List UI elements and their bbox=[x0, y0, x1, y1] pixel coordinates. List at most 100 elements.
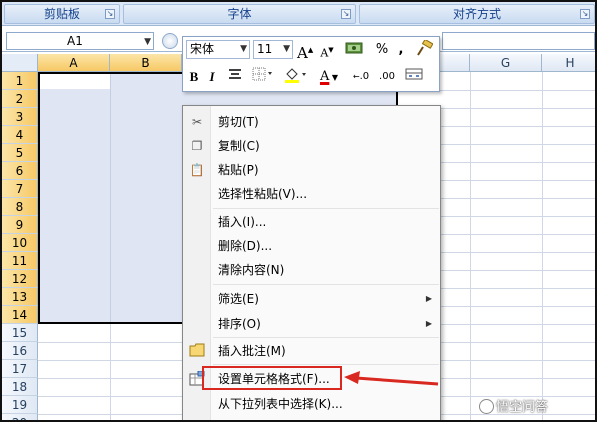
dialog-launcher-icon[interactable]: ↘ bbox=[105, 9, 115, 19]
gridline bbox=[542, 72, 543, 420]
row-header-15[interactable]: 15 bbox=[2, 324, 38, 342]
menu-item-paste[interactable]: 📋 粘贴(P) bbox=[183, 158, 440, 182]
copy-icon: ❐ bbox=[191, 139, 203, 153]
percent-button[interactable]: % bbox=[375, 40, 389, 60]
increase-decimal-button[interactable]: ←.0 bbox=[351, 67, 371, 87]
shrink-font-button[interactable]: A▼ bbox=[319, 40, 335, 60]
row-header-8[interactable]: 8 bbox=[2, 198, 38, 216]
fill-color-icon bbox=[285, 68, 306, 83]
menu-item-label: 插入(I)... bbox=[218, 215, 267, 229]
row-header-2[interactable]: 2 bbox=[2, 90, 38, 108]
align-center-button[interactable] bbox=[227, 67, 243, 87]
ribbon-group-label: 字体 bbox=[227, 7, 252, 21]
font-name-value: 宋体 bbox=[190, 42, 215, 56]
menu-item-label: 插入批注(M) bbox=[218, 344, 286, 358]
chevron-down-icon: ▼ bbox=[240, 44, 247, 54]
menu-item-filter[interactable]: 筛选(E) ▶ bbox=[183, 287, 440, 311]
watermark-logo-icon bbox=[479, 399, 494, 414]
ribbon-group-label: 剪贴板 bbox=[43, 7, 80, 21]
comma-button[interactable]: , bbox=[395, 40, 407, 60]
menu-item-clear-contents[interactable]: 清除内容(N) bbox=[183, 258, 440, 282]
column-header-a[interactable]: A bbox=[38, 54, 110, 72]
gridline bbox=[110, 74, 111, 322]
gridline bbox=[110, 324, 111, 420]
menu-item-cut[interactable]: ✂ 剪切(T) bbox=[183, 110, 440, 134]
currency-icon bbox=[345, 42, 363, 54]
merge-icon bbox=[405, 68, 423, 80]
row-header-13[interactable]: 13 bbox=[2, 288, 38, 306]
row-header-12[interactable]: 12 bbox=[2, 270, 38, 288]
increase-decimal-label: .0 bbox=[359, 71, 370, 82]
menu-item-label: 选择性粘贴(V)... bbox=[218, 187, 308, 201]
font-size-select[interactable]: 11 ▼ bbox=[253, 40, 293, 59]
row-header-1[interactable]: 1 bbox=[2, 72, 38, 90]
menu-item-sort[interactable]: 排序(O) ▶ bbox=[183, 312, 440, 336]
currency-button[interactable] bbox=[341, 40, 369, 60]
formula-input[interactable] bbox=[442, 32, 595, 50]
row-header-3[interactable]: 3 bbox=[2, 108, 38, 126]
paste-icon: 📋 bbox=[189, 163, 205, 177]
active-cell[interactable] bbox=[40, 74, 110, 89]
merge-button[interactable] bbox=[405, 67, 423, 87]
italic-button[interactable]: I bbox=[205, 67, 219, 87]
menu-item-insert[interactable]: 插入(I)... bbox=[183, 210, 440, 234]
menu-item-label: 粘贴(P) bbox=[218, 163, 259, 177]
menu-item-pick-from-list[interactable]: 从下拉列表中选择(K)... bbox=[183, 392, 440, 416]
menu-item-label: 清除内容(N) bbox=[218, 263, 285, 277]
dialog-launcher-icon[interactable]: ↘ bbox=[580, 9, 590, 19]
column-header-h[interactable]: H bbox=[542, 54, 595, 72]
row-header-16[interactable]: 16 bbox=[2, 342, 38, 360]
formula-expand-button[interactable] bbox=[162, 33, 178, 49]
borders-icon bbox=[252, 67, 272, 81]
decrease-decimal-button[interactable]: .00 bbox=[375, 67, 399, 87]
row-header-19[interactable]: 19 bbox=[2, 396, 38, 414]
select-all-corner[interactable] bbox=[2, 54, 38, 72]
ribbon-group-label: 对齐方式 bbox=[452, 7, 501, 21]
menu-item-insert-comment[interactable]: 插入批注(M) bbox=[183, 339, 440, 363]
font-color-button[interactable]: A ▼ bbox=[317, 67, 341, 87]
row-header-5[interactable]: 5 bbox=[2, 144, 38, 162]
menu-item-label: 从下拉列表中选择(K)... bbox=[218, 397, 343, 411]
ribbon-group-alignment: 对齐方式 ↘ bbox=[359, 4, 595, 24]
row-header-14[interactable]: 14 bbox=[2, 306, 38, 324]
menu-item-label: 排序(O) bbox=[218, 317, 261, 331]
row-header-7[interactable]: 7 bbox=[2, 180, 38, 198]
column-header-b[interactable]: B bbox=[110, 54, 182, 72]
bold-button[interactable]: B bbox=[187, 67, 201, 87]
scissors-icon: ✂ bbox=[191, 115, 203, 129]
dialog-launcher-icon[interactable]: ↘ bbox=[341, 9, 351, 19]
row-header-9[interactable]: 9 bbox=[2, 216, 38, 234]
row-header-18[interactable]: 18 bbox=[2, 378, 38, 396]
menu-separator bbox=[213, 337, 439, 338]
menu-item-label: 复制(C) bbox=[218, 139, 260, 153]
name-box[interactable]: A1 ▼ bbox=[6, 32, 154, 50]
annotation-arrow-icon bbox=[344, 371, 439, 386]
fill-color-button[interactable] bbox=[283, 67, 309, 87]
column-header-g[interactable]: G bbox=[470, 54, 542, 72]
row-header-4[interactable]: 4 bbox=[2, 126, 38, 144]
row-header-20[interactable]: 20 bbox=[2, 414, 38, 420]
grow-font-button[interactable]: A▲ bbox=[297, 40, 313, 62]
menu-item-delete[interactable]: 删除(D)... bbox=[183, 234, 440, 258]
watermark-text: 悟空问答 bbox=[496, 400, 549, 415]
menu-item-copy[interactable]: ❐ 复制(C) bbox=[183, 134, 440, 158]
watermark: 悟空问答 bbox=[479, 396, 548, 415]
chevron-down-icon[interactable]: ▼ bbox=[144, 34, 151, 50]
ribbon-group-clipboard: 剪贴板 ↘ bbox=[4, 4, 120, 24]
borders-button[interactable] bbox=[251, 67, 275, 87]
menu-separator bbox=[213, 208, 439, 209]
menu-item-paste-special[interactable]: 选择性粘贴(V)... bbox=[183, 182, 440, 206]
chevron-down-icon: ▼ bbox=[283, 44, 290, 54]
format-painter-button[interactable] bbox=[415, 38, 434, 60]
align-center-icon bbox=[229, 69, 241, 79]
comment-icon bbox=[189, 343, 205, 359]
mini-toolbar: 宋体 ▼ 11 ▼ A▲ A▼ % , B I A ▼ ←.0 .00 bbox=[182, 36, 440, 92]
row-header-11[interactable]: 11 bbox=[2, 252, 38, 270]
row-header-6[interactable]: 6 bbox=[2, 162, 38, 180]
font-name-select[interactable]: 宋体 ▼ bbox=[186, 40, 250, 59]
font-size-value: 11 bbox=[257, 42, 273, 56]
row-header-17[interactable]: 17 bbox=[2, 360, 38, 378]
menu-item-label: 筛选(E) bbox=[218, 292, 259, 306]
gridline bbox=[470, 72, 471, 420]
row-header-10[interactable]: 10 bbox=[2, 234, 38, 252]
